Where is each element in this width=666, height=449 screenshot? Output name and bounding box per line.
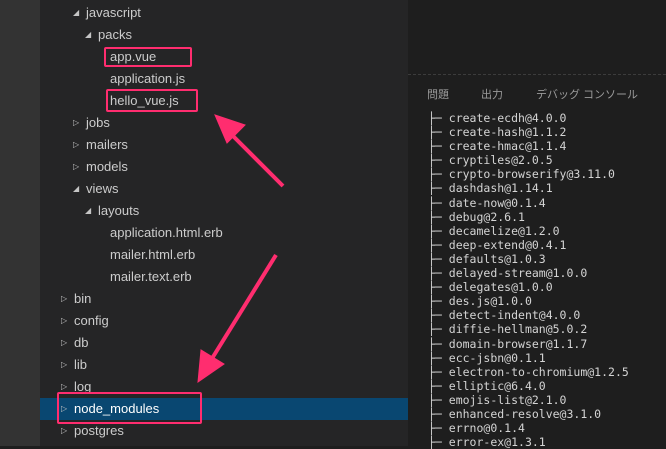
arrow-up-head — [214, 114, 246, 144]
arrow-down-head — [197, 349, 225, 384]
arrow-down-line — [206, 253, 278, 367]
annotation-arrows — [197, 114, 285, 384]
